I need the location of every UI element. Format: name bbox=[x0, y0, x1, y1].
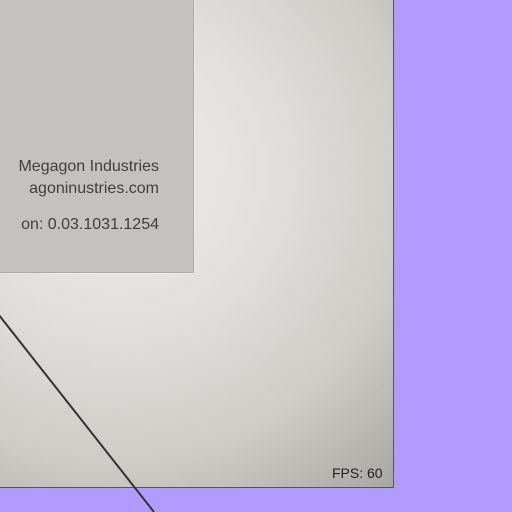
company-name: Megagon Industries bbox=[18, 158, 159, 175]
application-viewport: Megagon Industries agoninustries.com on:… bbox=[0, 0, 512, 512]
main-window: Megagon Industries agoninustries.com on:… bbox=[0, 0, 394, 488]
fps-counter: FPS: 60 bbox=[332, 465, 383, 481]
version-label: on: 0.03.1031.1254 bbox=[21, 216, 159, 233]
company-website: agoninustries.com bbox=[29, 180, 159, 197]
about-panel: Megagon Industries agoninustries.com on:… bbox=[0, 0, 194, 273]
